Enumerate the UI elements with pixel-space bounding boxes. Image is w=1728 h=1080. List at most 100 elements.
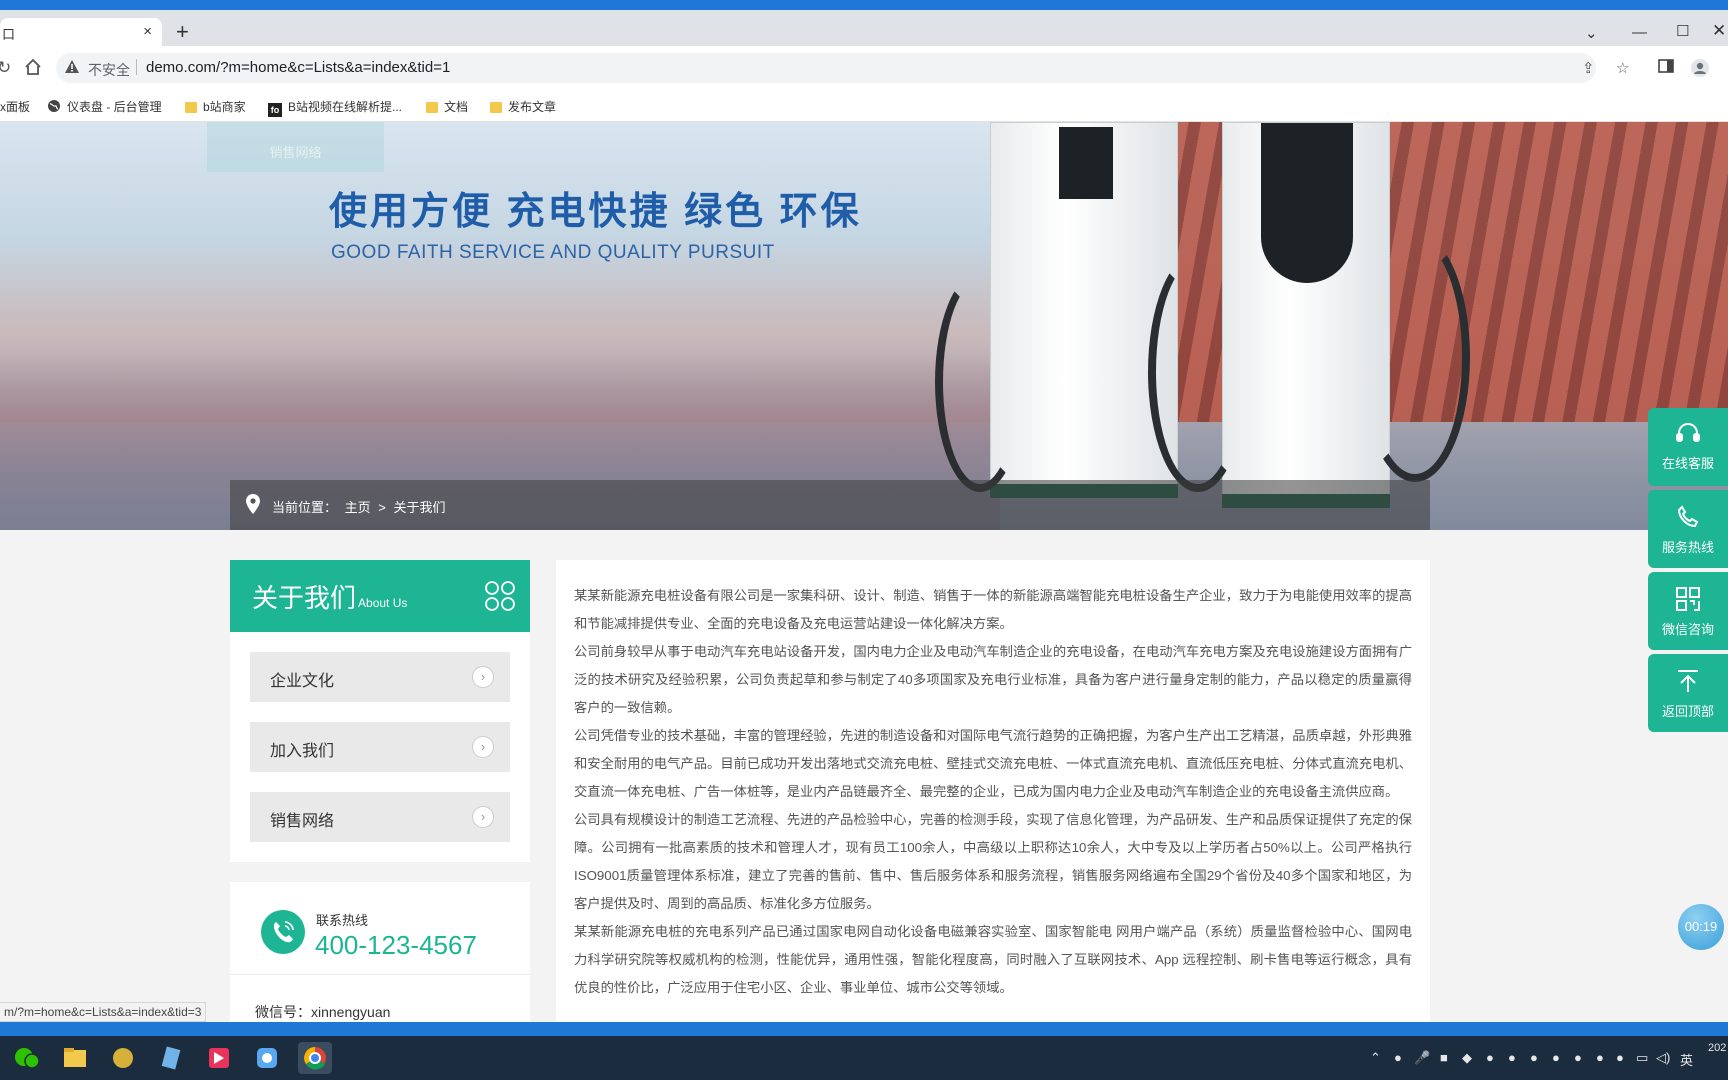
breadcrumb-current[interactable]: 关于我们: [394, 500, 446, 515]
service-hotline-button[interactable]: 服务热线: [1648, 490, 1728, 568]
clock-year: 202: [1708, 1042, 1727, 1054]
tray-app-icon[interactable]: ●: [1574, 1050, 1582, 1065]
minimize-icon[interactable]: —: [1632, 24, 1647, 41]
grid-icon: [484, 580, 516, 617]
tray-app-icon[interactable]: ■: [1440, 1050, 1448, 1065]
tab-title: 口: [2, 27, 16, 42]
back-to-top-icon: [1648, 668, 1728, 697]
tray-chevron-icon[interactable]: ⌃: [1370, 1050, 1381, 1066]
breadcrumb-home-link[interactable]: 主页: [345, 500, 371, 515]
network-icon[interactable]: ▭: [1636, 1050, 1648, 1066]
chevron-right-icon: ›: [472, 736, 494, 758]
url-text[interactable]: demo.com/?m=home&c=Lists&a=index&tid=1: [146, 59, 450, 76]
tray-app-icon[interactable]: ●: [1616, 1050, 1624, 1065]
tab-search-icon[interactable]: ⌄: [1585, 24, 1598, 42]
charger-cable: [1148, 252, 1248, 492]
reload-icon[interactable]: ↻: [0, 58, 11, 78]
home-icon[interactable]: [24, 58, 42, 81]
maximize-icon[interactable]: ☐: [1676, 22, 1689, 40]
chevron-right-icon: ›: [472, 806, 494, 828]
article-paragraph: 某某新能源充电桩设备有限公司是一家集科研、设计、制造、销售于一体的新能源高端智能…: [574, 588, 1412, 631]
app-icon[interactable]: [250, 1042, 284, 1074]
wechat-app-icon[interactable]: [10, 1042, 44, 1074]
tray-app-icon[interactable]: ●: [1596, 1050, 1604, 1065]
wechat-consult-button[interactable]: 微信咨询: [1648, 572, 1728, 650]
folder-icon: [426, 102, 438, 113]
close-window-icon[interactable]: ✕: [1712, 21, 1726, 41]
browser-toolbar: ↻ 不安全 demo.com/?m=home&c=Lists&a=index&t…: [0, 46, 1728, 90]
hero-banner: 销售网络 使用方便 充电快捷 绿色 环保 GOOD FAITH SERVICE …: [0, 122, 1728, 530]
qq-tray-icon[interactable]: ●: [1530, 1050, 1538, 1065]
phone-icon: [1648, 504, 1728, 533]
contact-box: 联系热线 400-123-4567 微信号：xinnengyuan: [230, 882, 530, 1022]
bookmark-label: x面板: [0, 100, 31, 114]
sales-network-button[interactable]: 销售网络: [207, 122, 384, 172]
browser-tab-bar: 口 × + ⌄ — ☐ ✕: [0, 10, 1728, 46]
link-status-bar: m/?m=home&c=Lists&a=index&tid=3: [0, 1002, 207, 1022]
breadcrumb-label: 当前位置：: [272, 500, 338, 515]
bookmark-label: 仪表盘 - 后台管理: [67, 100, 162, 114]
bookmark-item[interactable]: 发布文章: [490, 98, 556, 115]
qq-tray-icon[interactable]: ●: [1552, 1050, 1560, 1065]
security-label[interactable]: 不安全: [88, 60, 130, 80]
address-bar[interactable]: 不安全 demo.com/?m=home&c=Lists&a=index&tid…: [56, 53, 1629, 83]
bookmark-label: 发布文章: [508, 100, 557, 114]
article-paragraph: 公司前身较早从事于电动汽车充电站设备开发，国内电力企业及电动汽车制造企业的充电设…: [574, 644, 1412, 715]
phone-icon: [261, 910, 305, 954]
sidebar-item-sales-network[interactable]: 销售网络 ›: [250, 792, 510, 842]
bookmark-label: B站视频在线解析提...: [288, 100, 403, 114]
microphone-icon[interactable]: 🎤: [1414, 1050, 1430, 1066]
side-panel-icon[interactable]: [1658, 58, 1674, 79]
volume-icon[interactable]: ◁): [1656, 1050, 1670, 1066]
chevron-right-icon: ›: [472, 666, 494, 688]
sidebar-item-join[interactable]: 加入我们 ›: [250, 722, 510, 772]
bookmark-item[interactable]: 文档: [426, 98, 468, 115]
bookmark-item[interactable]: 仪表盘 - 后台管理: [47, 98, 162, 116]
charger-cable: [1360, 232, 1470, 482]
article-paragraph: 公司具有规模设计的制造工艺流程、先进的产品检验中心，完善的检测手段，实现了信息化…: [574, 812, 1412, 911]
share-icon[interactable]: ⇪: [1582, 59, 1595, 77]
about-article: 某某新能源充电桩设备有限公司是一家集科研、设计、制造、销售于一体的新能源高端智能…: [556, 560, 1430, 1022]
browser-tab[interactable]: 口 ×: [0, 18, 162, 46]
wechat-tray-icon[interactable]: ●: [1486, 1050, 1494, 1065]
app-icon[interactable]: [202, 1042, 236, 1074]
tab-close-icon[interactable]: ×: [143, 23, 152, 40]
floatbar-label: 微信咨询: [1661, 622, 1714, 637]
sidebar-menu: 企业文化 › 加入我们 › 销售网络 ›: [230, 632, 530, 862]
qrcode-icon: [1648, 586, 1728, 615]
sidebar-title-en: About Us: [358, 596, 408, 610]
bookmark-item[interactable]: b站商家: [185, 98, 246, 115]
qq-tray-icon[interactable]: ●: [1508, 1050, 1516, 1065]
sidebar-header: 关于我们 About Us: [230, 560, 530, 632]
banner-slogan-en: GOOD FAITH SERVICE AND QUALITY PURSUIT: [331, 242, 775, 263]
location-pin-icon: [246, 494, 260, 517]
clock[interactable]: 202: [1708, 1042, 1726, 1054]
online-service-button[interactable]: 在线客服: [1648, 408, 1728, 486]
bookmark-item[interactable]: x面板: [0, 98, 30, 115]
tray-app-icon[interactable]: ◆: [1462, 1050, 1472, 1066]
app-icon[interactable]: [106, 1042, 140, 1074]
floatbar-label: 返回顶部: [1661, 704, 1714, 719]
file-explorer-icon[interactable]: [58, 1042, 92, 1074]
ime-indicator[interactable]: 英: [1680, 1050, 1693, 1069]
banner-slogan: 使用方便 充电快捷 绿色 环保: [329, 191, 862, 233]
back-to-top-button[interactable]: 返回顶部: [1648, 654, 1728, 732]
globe-icon: [47, 99, 61, 116]
profile-icon[interactable]: [1690, 58, 1710, 83]
tray-app-icon[interactable]: ●: [1394, 1050, 1402, 1065]
sidebar-item-culture[interactable]: 企业文化 ›: [250, 652, 510, 702]
os-taskbar: ⌃ ● 🎤 ■ ◆ ● ● ● ● ● ● ● ▭ ◁) 英 202: [0, 1036, 1728, 1080]
bookmark-star-icon[interactable]: ☆: [1616, 59, 1629, 77]
recording-timer[interactable]: 00:19: [1678, 904, 1724, 950]
bookmark-item[interactable]: fo B站视频在线解析提...: [268, 98, 402, 117]
sidebar-item-label: 销售网络: [270, 813, 335, 830]
breadcrumb-separator: >: [378, 500, 386, 515]
new-tab-button[interactable]: +: [176, 21, 189, 43]
folder-icon: [185, 102, 197, 113]
chrome-icon[interactable]: [298, 1042, 332, 1074]
hotline-number: 400-123-4567: [315, 930, 477, 960]
bookmarks-bar: x面板 仪表盘 - 后台管理 b站商家 fo B站视频在线解析提... 文档 发布…: [0, 90, 1728, 122]
article-paragraph: 公司凭借专业的技术基础，丰富的管理经验，先进的制造设备和对国际电气流行趋势的正确…: [574, 728, 1412, 799]
warning-icon[interactable]: [64, 59, 80, 78]
notepad-icon[interactable]: [154, 1042, 188, 1074]
